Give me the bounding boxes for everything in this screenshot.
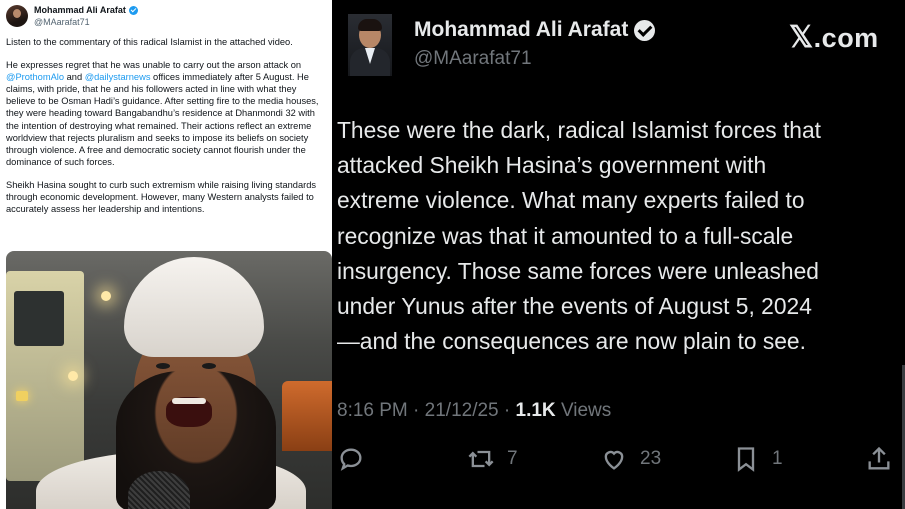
tweet-time[interactable]: 8:16 PM: [337, 400, 408, 421]
views-count: 1.1K: [515, 400, 556, 421]
bookmark-icon: [737, 447, 755, 472]
text-segment: offices immediately after 5 August. He c…: [6, 72, 319, 167]
verified-badge-icon: [128, 5, 138, 15]
avatar[interactable]: [6, 5, 28, 27]
tweet-text-line: These were the dark, radical Islamist fo…: [337, 117, 821, 143]
verified-badge-icon: [634, 19, 656, 41]
video-car-shape: [282, 381, 332, 451]
text-segment: and: [64, 72, 85, 83]
retweet-button[interactable]: 7: [467, 445, 518, 473]
author-handle[interactable]: @MAarafat71: [34, 16, 138, 28]
author-name[interactable]: Mohammad Ali Arafat: [414, 18, 628, 42]
meta-separator: ·: [413, 400, 420, 421]
reply-button[interactable]: [337, 445, 365, 473]
views-label: Views: [560, 400, 612, 421]
text-segment: He expresses regret that he was unable t…: [6, 60, 302, 71]
retweet-count: 7: [507, 448, 518, 469]
tweet-paragraph: He expresses regret that he was unable t…: [6, 59, 328, 168]
author-name[interactable]: Mohammad Ali Arafat: [34, 4, 126, 16]
tweet-paragraph: Sheikh Hasina sought to curb such extrem…: [6, 179, 317, 215]
bookmark-button[interactable]: 1: [732, 445, 783, 473]
tweet-text-line: —and the consequences are now plain to s…: [337, 328, 806, 355]
tweet-paragraph: Listen to the commentary of this radical…: [6, 37, 293, 47]
tweet-meta: 8:16 PM · 21/12/25 · 1.1K Views: [337, 400, 611, 422]
like-button[interactable]: 23: [600, 445, 661, 473]
left-tweet-panel: Mohammad Ali Arafat @MAarafat71 Listen t…: [0, 0, 332, 509]
author-block: Mohammad Ali Arafat @MAarafat71: [34, 4, 138, 28]
embedded-video[interactable]: [6, 251, 332, 509]
video-person-eye: [156, 363, 170, 369]
tweet-text-line: insurgency. Those same forces were unlea…: [337, 257, 819, 284]
left-tweet-header: Mohammad Ali Arafat @MAarafat71: [6, 4, 138, 28]
tweet-action-bar: 7 23 1: [332, 445, 905, 479]
tweet-text: These were the dark, radical Islamist fo…: [337, 113, 897, 359]
brand-suffix: .com: [813, 23, 879, 53]
author-name-row[interactable]: Mohammad Ali Arafat: [34, 4, 138, 16]
avatar[interactable]: [348, 14, 392, 76]
brand-watermark: 𝕏.com: [789, 20, 879, 55]
share-icon: [868, 446, 890, 470]
mention-link-dailystarnews[interactable]: @dailystarnews: [85, 72, 151, 82]
like-count: 23: [640, 448, 662, 469]
video-person-teeth: [172, 398, 206, 404]
retweet-icon: [468, 450, 494, 468]
tweet-text-line: under Yunus after the events of August 5…: [337, 293, 812, 320]
tweet-text-line: attacked Sheikh Hasina’s government with: [337, 152, 767, 179]
reply-icon: [340, 448, 362, 471]
mention-link-prothomalo[interactable]: @ProthomAlo: [6, 72, 64, 82]
avatar-hair: [358, 19, 382, 31]
right-tweet-screenshot: Mohammad Ali Arafat @MAarafat71 𝕏.com Th…: [332, 0, 905, 509]
bookmark-count: 1: [772, 448, 783, 469]
video-person-cap: [124, 257, 264, 357]
tweet-body: Listen to the commentary of this radical…: [6, 36, 328, 226]
author-handle[interactable]: @MAarafat71: [414, 48, 532, 70]
x-logo-icon: 𝕏: [789, 21, 814, 54]
like-icon: [604, 450, 624, 470]
tweet-text-line: extreme violence. What many experts fail…: [337, 187, 805, 214]
video-street-light: [101, 291, 111, 301]
meta-separator: ·: [503, 400, 511, 421]
share-button[interactable]: [865, 445, 893, 473]
tweet-date[interactable]: 21/12/25: [425, 400, 499, 421]
video-street-light: [68, 371, 78, 381]
tweet-text-line: recognize was that it amounted to a full…: [337, 222, 794, 249]
author-name-row[interactable]: Mohammad Ali Arafat: [414, 18, 656, 42]
video-person-eye: [202, 363, 216, 369]
